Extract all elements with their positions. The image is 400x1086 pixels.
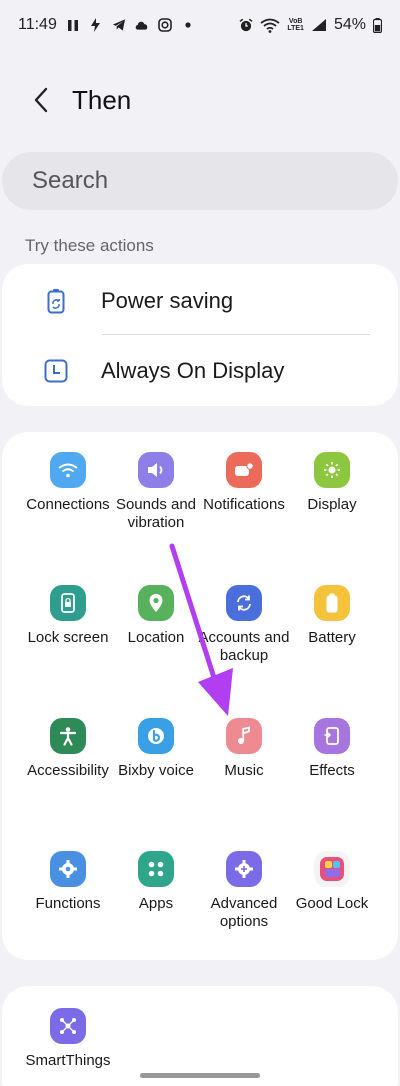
wifi-status-icon — [260, 18, 280, 33]
instagram-icon — [158, 18, 172, 32]
app-smartthings[interactable]: SmartThings — [22, 1008, 114, 1086]
more-apps-card: SmartThings — [2, 986, 398, 1086]
volume-icon — [138, 452, 174, 488]
lightning-icon — [89, 18, 103, 32]
page-title: Then — [72, 84, 132, 115]
app-connections[interactable]: Connections — [22, 452, 114, 562]
clock-icon — [43, 358, 69, 384]
notification-icon — [226, 452, 262, 488]
effects-icon — [314, 718, 350, 754]
app-notifications[interactable]: Notifications — [198, 452, 290, 562]
smartthings-icon — [50, 1008, 86, 1044]
battery-recycle-icon — [43, 288, 69, 314]
navigation-handle[interactable] — [140, 1073, 260, 1078]
back-button[interactable] — [16, 75, 66, 125]
pause-icon — [66, 18, 80, 32]
app-apps[interactable]: Apps — [110, 851, 202, 961]
apps-grid-card: Connections Sounds and vibration Notific… — [2, 432, 398, 960]
action-always-on-display[interactable]: Always On Display — [2, 336, 398, 406]
network-type: VoB LTE1 — [287, 18, 304, 32]
back-arrow-icon — [34, 87, 48, 113]
action-power-saving[interactable]: Power saving — [2, 266, 398, 336]
app-functions[interactable]: Functions — [22, 851, 114, 961]
status-time: 11:49 — [18, 16, 57, 33]
battery-status-icon — [373, 17, 382, 33]
app-music[interactable]: Music — [198, 718, 290, 828]
app-display[interactable]: Display — [286, 452, 378, 562]
app-lock-screen[interactable]: Lock screen — [22, 585, 114, 695]
suggested-actions-card: Power saving Always On Display — [2, 264, 398, 406]
music-note-icon — [226, 718, 262, 754]
location-pin-icon — [138, 585, 174, 621]
section-label: Try these actions — [25, 236, 154, 255]
sun-icon — [314, 452, 350, 488]
signal-icon — [311, 18, 327, 32]
lock-icon — [50, 585, 86, 621]
divider — [102, 334, 370, 335]
battery-icon — [314, 585, 350, 621]
app-effects[interactable]: Effects — [286, 718, 378, 828]
app-bixby-voice[interactable]: Bixby voice — [110, 718, 202, 828]
app-good-lock[interactable]: Good Lock — [286, 851, 378, 961]
app-accessibility[interactable]: Accessibility — [22, 718, 114, 828]
telegram-icon — [112, 18, 126, 32]
header: Then — [0, 70, 400, 130]
search-placeholder: Search — [32, 167, 109, 194]
good-lock-icon — [314, 851, 350, 887]
action-label: Always On Display — [101, 358, 285, 383]
gear-icon — [50, 851, 86, 887]
cloud-icon — [135, 18, 149, 32]
dot-icon — [181, 18, 195, 32]
status-bar: 11:49 VoB LTE1 54% — [0, 0, 400, 50]
advanced-gear-icon — [226, 851, 262, 887]
accessibility-icon — [50, 718, 86, 754]
app-advanced-options[interactable]: Advanced options — [198, 851, 290, 961]
battery-percent: 54% — [333, 16, 366, 33]
app-location[interactable]: Location — [110, 585, 202, 695]
action-label: Power saving — [101, 288, 234, 313]
alarm-icon — [239, 18, 253, 32]
app-battery[interactable]: Battery — [286, 585, 378, 695]
search-input[interactable]: Search — [2, 152, 398, 210]
apps-grid-icon — [138, 851, 174, 887]
app-sounds-and-vibration[interactable]: Sounds and vibration — [110, 452, 202, 562]
app-accounts-and-backup[interactable]: Accounts and backup — [198, 585, 290, 695]
wifi-icon — [50, 452, 86, 488]
sync-icon — [226, 585, 262, 621]
bixby-icon — [138, 718, 174, 754]
